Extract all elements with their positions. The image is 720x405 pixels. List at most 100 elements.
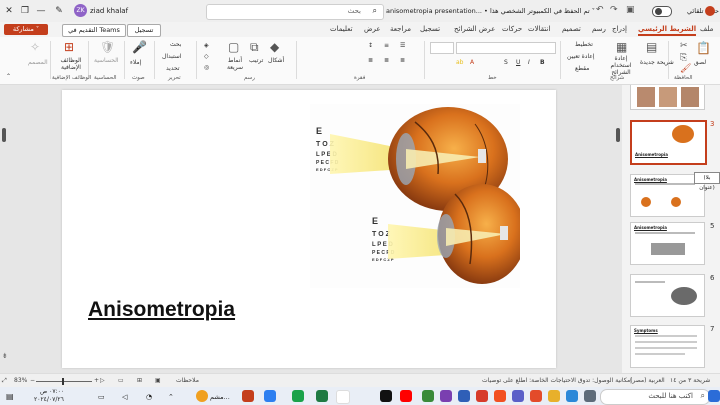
battery-icon[interactable]: ▭ [98, 393, 105, 401]
document-title[interactable]: anisometropia presentation... • تم الحفظ… [386, 7, 595, 15]
tab-review[interactable]: مراجعة [390, 25, 411, 33]
task-view-icon[interactable] [584, 390, 596, 402]
shape-fill-icon[interactable]: ◈ [204, 42, 209, 49]
bullets-icon[interactable]: ☰ [400, 42, 405, 49]
format-painter-icon[interactable]: 🖌 [680, 64, 691, 74]
fit-to-window-icon[interactable]: ⤢ [2, 377, 7, 385]
shapes-icon[interactable]: ◆ [270, 40, 279, 54]
pen-icon[interactable]: ✎ [52, 4, 66, 18]
copy-icon[interactable]: ⎘ [680, 53, 687, 63]
paste-icon[interactable]: 📋 [696, 41, 711, 55]
language-indicator[interactable]: العربية (مصر) [630, 377, 665, 384]
tab-slideshow[interactable]: عرض الشرائح [454, 25, 495, 33]
powerpoint-taskbar-icon[interactable] [242, 390, 254, 402]
accessibility-status[interactable]: إمكانية الوصول: تدوق الاحتياجات الخاصة: … [482, 377, 632, 384]
tab-record[interactable]: تسجيل [420, 25, 440, 33]
underline-icon[interactable]: U [516, 59, 520, 66]
app-icon-green[interactable] [422, 390, 434, 402]
zoom-out-icon[interactable]: − [30, 377, 35, 384]
store-icon[interactable] [494, 390, 506, 402]
select-button[interactable]: تحديد [166, 65, 180, 72]
thumbnail-slide-7[interactable]: Symptoms [630, 325, 705, 368]
quick-styles-icon[interactable]: ▢ [228, 40, 239, 54]
find-button[interactable]: بحث [170, 41, 181, 48]
slideshow-view-icon[interactable]: ▷ [100, 377, 105, 384]
thumbnail-slide-5[interactable]: Anisometropia [630, 222, 705, 265]
taskbar-search[interactable]: اكتب هنا للبحث ⌕ [600, 389, 710, 405]
record-button[interactable]: تسجيل [127, 24, 161, 37]
sensitivity-icon[interactable]: 🛡 [100, 40, 115, 54]
wifi-icon[interactable]: ◔ [146, 393, 152, 401]
tab-transitions[interactable]: انتقالات [528, 25, 550, 33]
vertical-scrollbar-thumb[interactable] [2, 128, 6, 142]
youtube-icon[interactable] [400, 390, 412, 402]
tab-design[interactable]: تصميم [562, 25, 581, 33]
app-icon-blue[interactable] [264, 390, 276, 402]
section-button[interactable]: مقطع [575, 65, 589, 72]
notes-button[interactable]: ملاحظات [176, 377, 199, 384]
eye-diagram-image[interactable]: E T O Z L P E D P E C F D E D F C Z P E … [310, 104, 520, 288]
shape-effects-icon[interactable]: ◎ [204, 64, 209, 71]
font-color-icon[interactable]: A [470, 59, 474, 66]
reading-view-icon[interactable]: ▭ [118, 377, 124, 384]
scroll-down-icon[interactable]: ⇟ [2, 352, 8, 360]
minimize-window-button[interactable]: — [34, 4, 48, 18]
font-size-select[interactable] [430, 42, 454, 54]
reuse-slides-label[interactable]: إعادة استخدام الشرائح [604, 55, 638, 76]
excel-icon[interactable] [316, 390, 328, 402]
thumbnail-slide-3[interactable]: Anisometropia [630, 120, 707, 165]
thumbnail-slide-6[interactable] [630, 274, 705, 317]
align-left-icon[interactable]: ≣ [368, 57, 373, 64]
thumbnail-slide-2[interactable] [630, 85, 705, 110]
slide-title[interactable]: Anisometropia [88, 298, 235, 322]
arrange-label[interactable]: ترتيب [249, 57, 263, 64]
new-slide-label[interactable]: شريحة جديدة [640, 59, 674, 66]
align-center-icon[interactable]: ≣ [384, 57, 389, 64]
quick-styles-label[interactable]: أنماط سريعة [222, 57, 248, 71]
tab-home[interactable]: الشريط الرئيسي [638, 25, 697, 36]
save-icon[interactable]: ▣ [626, 5, 635, 15]
tab-insert[interactable]: إدراج [612, 25, 627, 33]
normal-view-icon[interactable]: ▣ [155, 377, 161, 384]
microphone-icon[interactable]: 🎤 [132, 40, 147, 54]
arrange-icon[interactable]: ⧉ [250, 40, 259, 55]
chrome-icon[interactable] [530, 390, 542, 402]
slide-scrollbar-thumb[interactable] [616, 128, 620, 142]
redo-icon[interactable]: ↷ [610, 5, 618, 15]
edge-icon[interactable] [566, 390, 578, 402]
clock-date[interactable]: ٢٠٢٤/٠٧/٢٦ [34, 396, 64, 403]
app-icon[interactable] [512, 390, 524, 402]
zoom-slider-handle[interactable] [62, 378, 64, 385]
replace-button[interactable]: استبدال [162, 53, 182, 60]
undo-icon[interactable]: ↶ [596, 5, 604, 15]
word-icon[interactable] [458, 390, 470, 402]
tiktok-icon[interactable] [380, 390, 392, 402]
reuse-slides-icon[interactable]: ▦ [616, 40, 627, 54]
new-slide-icon[interactable]: ▤ [646, 40, 657, 54]
notifications-icon[interactable]: ▤ [6, 392, 14, 401]
collapse-ribbon-icon[interactable]: ⌃ [6, 73, 11, 80]
chevron-up-icon[interactable]: ⌃ [168, 393, 174, 401]
present-in-teams-button[interactable]: التقديم في Teams [62, 24, 126, 37]
line-spacing-icon[interactable]: ↕ [368, 42, 373, 49]
numbering-icon[interactable]: ≡ [384, 42, 389, 49]
opera-icon[interactable] [476, 390, 488, 402]
zoom-slider[interactable] [36, 381, 92, 382]
shapes-label[interactable]: أشكال [268, 57, 284, 64]
autosave-toggle[interactable] [652, 6, 672, 17]
gmail-icon[interactable] [336, 390, 350, 404]
start-button-icon[interactable] [708, 390, 720, 402]
zoom-level[interactable]: 83% [14, 377, 27, 384]
whatsapp-icon[interactable] [292, 390, 304, 402]
close-window-button[interactable]: ✕ [2, 4, 16, 18]
share-button[interactable]: مشاركة ˅ [4, 24, 48, 35]
dictate-label[interactable]: إملاء [130, 59, 141, 66]
tab-view[interactable]: عرض [364, 25, 381, 33]
tab-draw[interactable]: رسم [592, 25, 606, 33]
addins-icon[interactable]: ⊞ [64, 40, 74, 54]
align-right-icon[interactable]: ≣ [400, 57, 405, 64]
font-name-select[interactable] [456, 42, 556, 54]
tab-file[interactable]: ملف [700, 25, 713, 33]
file-explorer-icon[interactable] [548, 390, 560, 402]
avatar[interactable]: ZK [74, 4, 87, 17]
